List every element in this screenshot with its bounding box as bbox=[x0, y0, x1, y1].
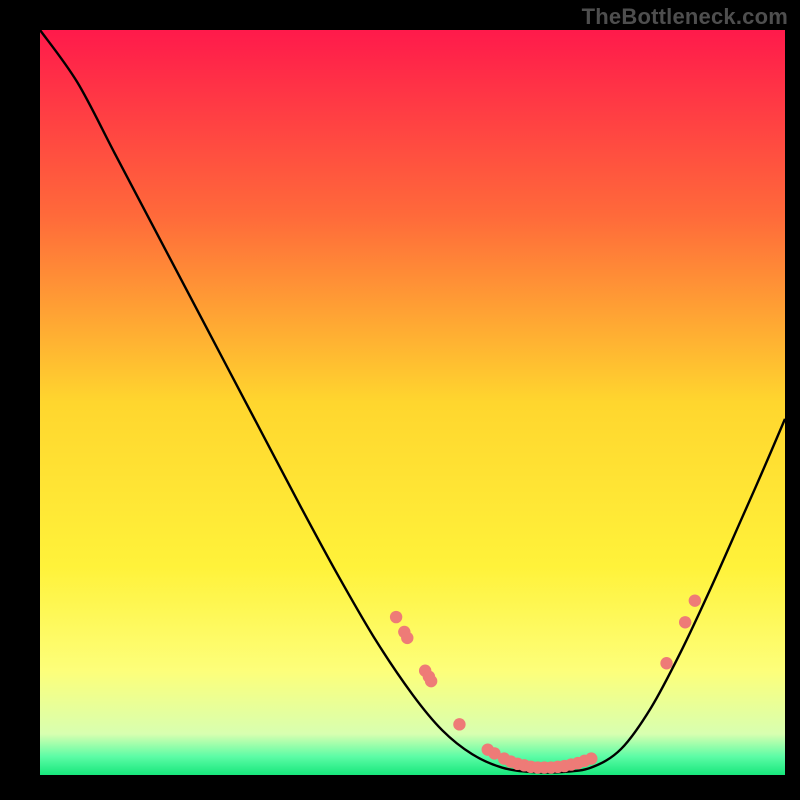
data-dot bbox=[679, 616, 691, 628]
data-dot bbox=[689, 594, 701, 606]
data-dot bbox=[401, 632, 413, 644]
data-dot bbox=[585, 752, 597, 764]
bottleneck-curve-chart bbox=[0, 0, 800, 800]
data-dot bbox=[660, 657, 672, 669]
chart-frame: { "watermark": "TheBottleneck.com", "cha… bbox=[0, 0, 800, 800]
plot-background bbox=[40, 30, 785, 775]
data-dot bbox=[425, 675, 437, 687]
data-dot bbox=[453, 718, 465, 730]
data-dot bbox=[390, 611, 402, 623]
